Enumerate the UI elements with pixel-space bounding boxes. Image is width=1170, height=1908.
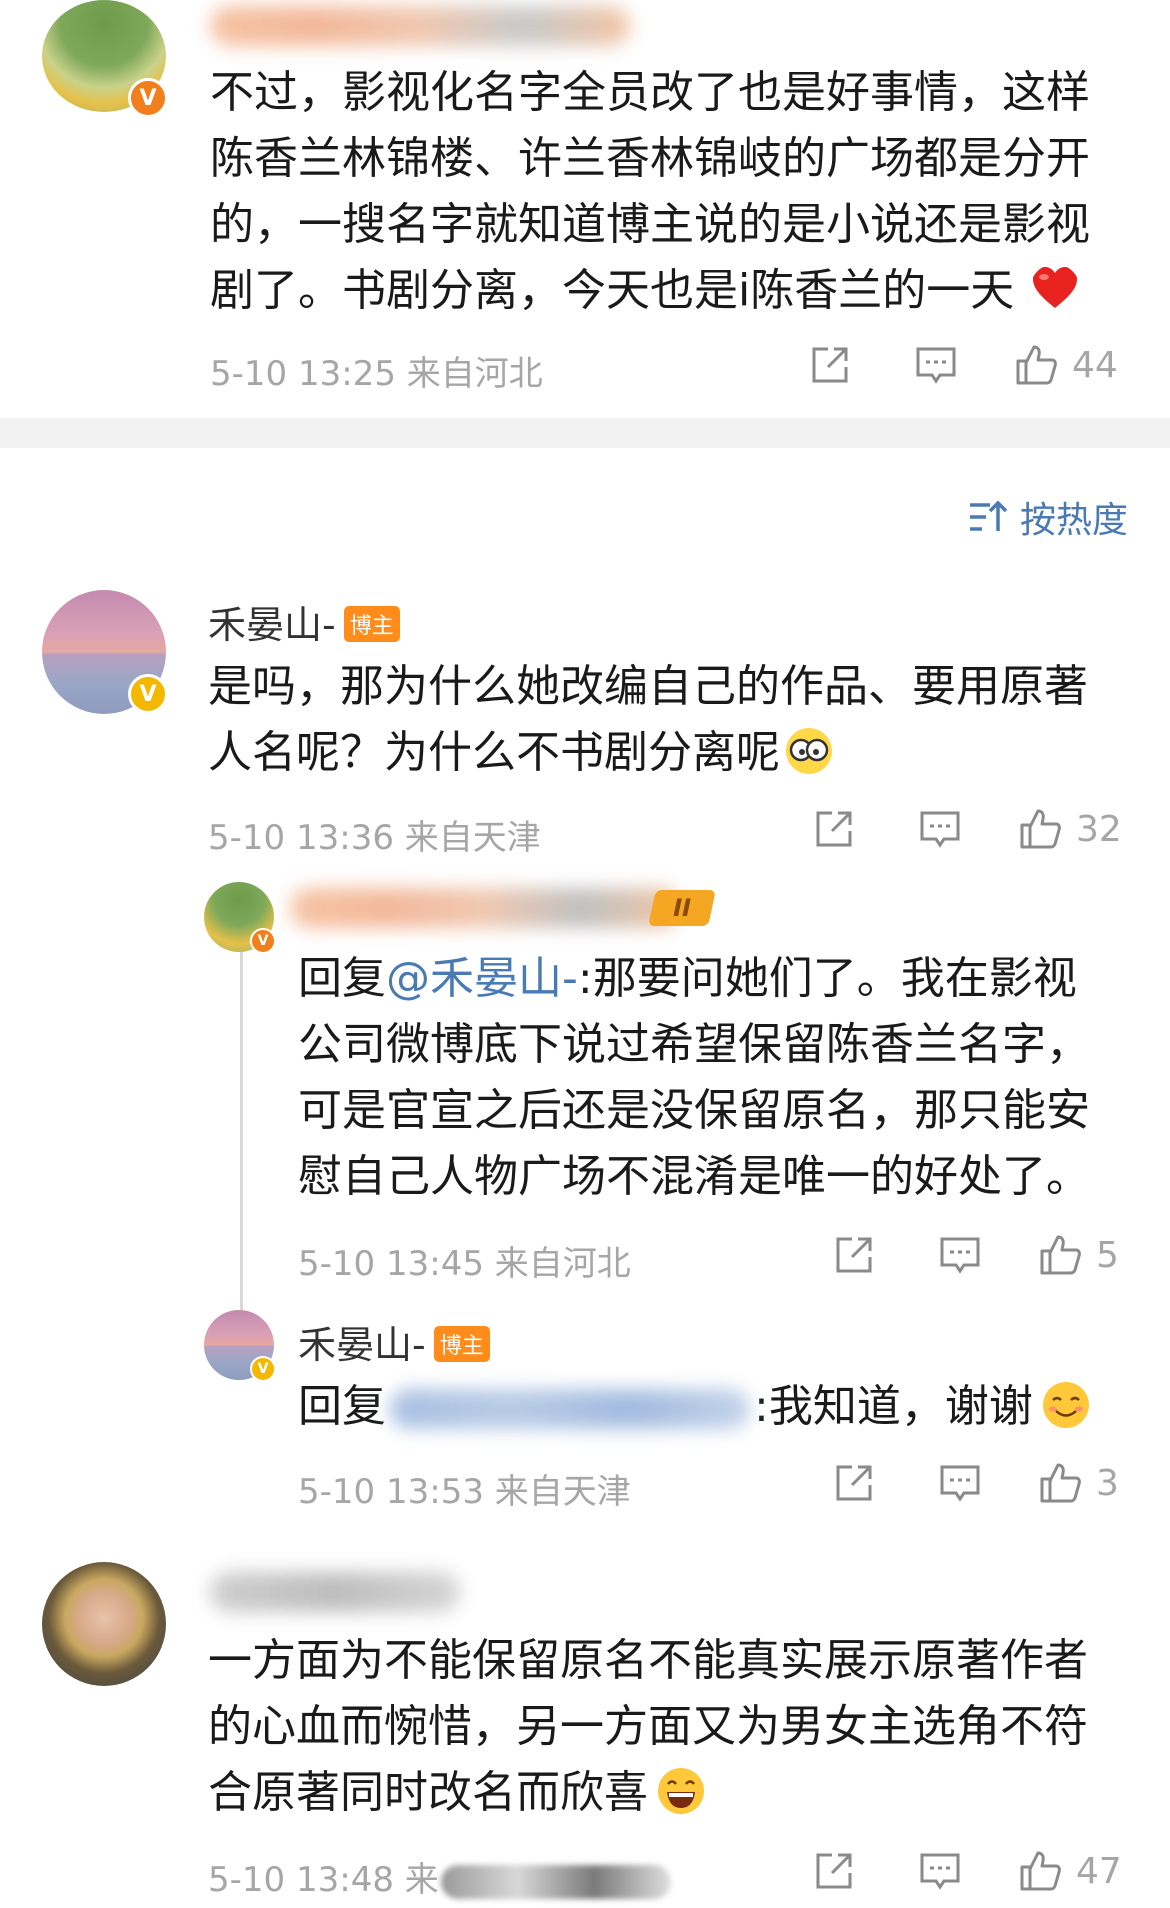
blurred-location (440, 1864, 671, 1899)
like-icon (1020, 809, 1061, 849)
verified-icon: V (250, 928, 276, 954)
like-icon (1040, 1463, 1081, 1503)
username[interactable]: 禾晏山- 博主 (298, 1314, 490, 1369)
comment-icon[interactable] (918, 1849, 962, 1893)
comment-actions: 47 (812, 1849, 1122, 1893)
comment-icon[interactable] (938, 1233, 982, 1277)
share-icon[interactable] (832, 1233, 876, 1277)
fan-badge: II (648, 890, 716, 926)
like-icon (1020, 1851, 1061, 1891)
like-count: 3 (1096, 1462, 1119, 1504)
verified-icon: V (250, 1356, 276, 1382)
blogger-tag: 博主 (343, 605, 400, 642)
doge-emoji (786, 728, 832, 774)
blogger-tag: 博主 (433, 1325, 490, 1362)
smile-emoji (1042, 1382, 1089, 1428)
comment-icon[interactable] (918, 807, 962, 851)
comment-meta: 5-10 13:45 来自河北 (298, 1244, 631, 1284)
share-icon[interactable] (808, 343, 852, 387)
like-button[interactable]: 47 (1018, 1849, 1122, 1893)
avatar[interactable]: V (42, 590, 168, 714)
avatar[interactable] (42, 1562, 166, 1686)
sort-button[interactable]: 按热度 (968, 491, 1128, 543)
like-button[interactable]: 44 (1014, 343, 1118, 387)
like-count: 44 (1072, 344, 1118, 386)
verified-icon: V (128, 78, 168, 118)
comment-text: 不过，影视化名字全员改了也是好事情，这样 陈香兰林锦楼、许兰香林锦岐的广场都是分… (210, 67, 1090, 316)
like-count: 32 (1076, 808, 1122, 850)
share-icon[interactable] (812, 1849, 856, 1893)
comment-actions: 32 (812, 807, 1122, 851)
reply-text: 回复:我知道，谢谢 (298, 1374, 1128, 1440)
comment-actions: 44 (808, 343, 1118, 387)
comment-meta: 5-10 13:36 来自天津 (208, 818, 541, 858)
comment-actions: 3 (832, 1461, 1119, 1505)
comment-meta: 5-10 13:25 来自河北 (210, 354, 543, 394)
sort-icon (970, 500, 1008, 531)
comment-text: 是吗，那为什么她改编自己的作品、要用原著 人名呢？为什么不书剧分离呢 (208, 661, 1088, 778)
avatar[interactable]: V (204, 882, 276, 954)
blurred-username (290, 888, 680, 928)
verified-icon: V (128, 674, 168, 714)
reply-text: 回复@禾晏山-:那要问她们了。我在影视 公司微博底下说过希望保留陈香兰名字， 可… (298, 953, 1090, 1202)
heart-emoji (1033, 267, 1078, 308)
like-button[interactable]: 5 (1038, 1233, 1119, 1277)
like-icon (1040, 1235, 1081, 1275)
thread-line (240, 944, 243, 1310)
share-icon[interactable] (832, 1461, 876, 1505)
blurred-username (210, 1572, 460, 1612)
avatar[interactable]: V (42, 0, 168, 118)
like-button[interactable]: 32 (1018, 807, 1122, 851)
like-count: 5 (1096, 1234, 1119, 1276)
blurred-username (210, 6, 630, 46)
grin-emoji (658, 1768, 704, 1814)
comment-meta: 5-10 13:48 来 (208, 1852, 671, 1901)
comment-icon[interactable] (914, 343, 958, 387)
blurred-mention (390, 1389, 750, 1429)
share-icon[interactable] (812, 807, 856, 851)
comment-text: 一方面为不能保留原名不能真实展示原著作者 的心血而惋惜，另一方面又为男女主选角不… (208, 1635, 1088, 1818)
avatar[interactable]: V (204, 1310, 276, 1382)
section-divider (0, 418, 1170, 448)
like-button[interactable]: 3 (1038, 1461, 1119, 1505)
like-icon (1016, 345, 1057, 385)
comment-meta: 5-10 13:53 来自天津 (298, 1472, 631, 1512)
sort-label: 按热度 (1020, 500, 1129, 541)
comment-icon[interactable] (938, 1461, 982, 1505)
username[interactable]: 禾晏山- 博主 (208, 594, 400, 649)
comment-actions: 5 (832, 1233, 1119, 1277)
like-count: 47 (1076, 1850, 1122, 1892)
mention-link[interactable]: @禾晏山- (386, 953, 578, 1004)
